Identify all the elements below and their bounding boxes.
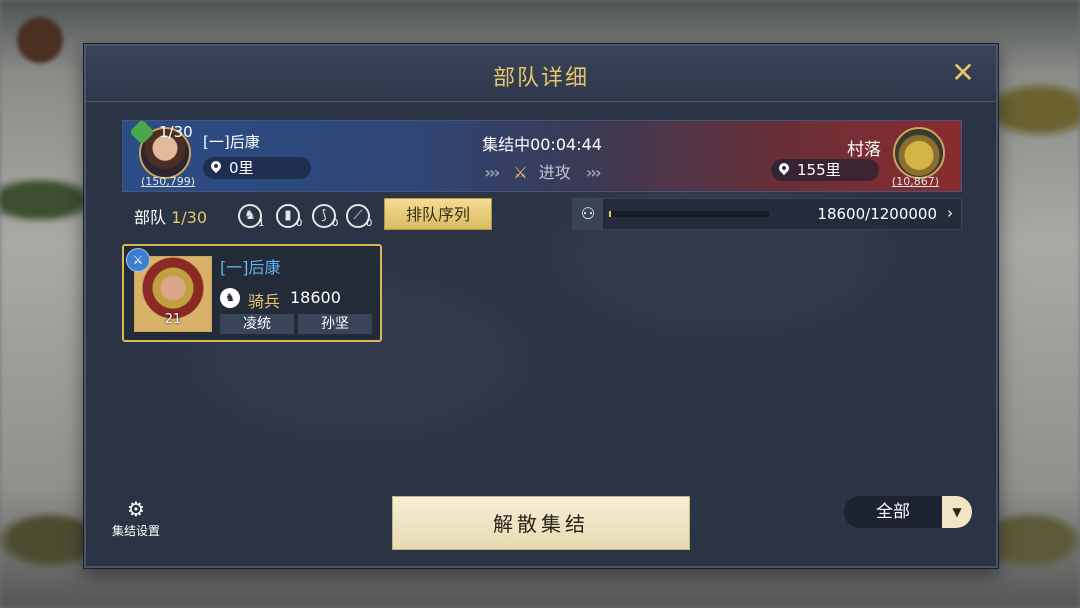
queue-order-button[interactable]: 排队序列 [384,198,492,230]
rally-settings-button[interactable]: ⚙ 集结设置 [108,498,164,539]
march-info-bar: 1/30 (150,799) [一]后康 0里 集结中00:04:44 ››› … [122,119,962,192]
gear-icon: ⚙ [127,497,145,521]
target-name: 村落 [847,140,881,160]
rally-settings-label: 集结设置 [111,524,160,538]
target-village-icon[interactable] [893,127,945,179]
shield-count: 0 [296,218,303,229]
leader-badge-icon: ⚔ [126,248,150,272]
general-name: 孙坚 [298,314,372,334]
general-level: 21 [164,312,182,327]
cavalry-count: 1 [258,218,265,229]
troop-owner-name: [一]后康 [220,258,281,277]
capacity-bar[interactable]: ⚇ 18600/1200000 › [572,198,962,230]
target-distance-value: 155里 [797,161,841,179]
bow-count: 0 [332,218,339,229]
target-power[interactable]: (10,867) [892,175,939,188]
army-label: 部队 [134,208,167,227]
general-name: 凌统 [220,314,294,334]
spear-count: 0 [366,218,373,229]
filter-value: 全部 [876,502,910,522]
chevron-down-icon[interactable]: ▼ [942,496,972,528]
crossed-swords-icon: ⚔ [513,163,528,182]
troop-card[interactable]: 21 ⚔ [一]后康 ♞ 骑兵 18600 凌统 孙坚 [122,244,382,342]
filter-dropdown[interactable]: 全部 ▼ [844,496,972,528]
army-count: 1/30 [171,208,208,227]
rally-status: 集结中00:04:44 [482,135,602,154]
troop-detail-dialog: 部队详细 ✕ 1/30 (150,799) [一]后康 0里 集结中00:04:… [84,44,998,568]
close-icon[interactable]: ✕ [948,58,978,88]
unit-type: 骑兵 [248,292,281,311]
chevron-right-icon[interactable]: › [947,204,953,222]
target-distance: 155里 [771,159,879,181]
capacity-fill [609,211,612,217]
chevrons-icon: ››› [484,163,500,182]
action-label: 进攻 [538,163,571,182]
dialog-title: 部队详细 [492,66,589,91]
unit-count: 18600 [290,288,341,307]
disband-rally-button[interactable]: 解散集结 [392,496,690,550]
chevrons-icon: ››› [585,163,602,182]
troops-icon: ⚇ [573,199,603,229]
capacity-track [609,211,769,217]
capacity-text: 18600/1200000 [817,205,937,223]
army-count-label: 部队 1/30 [134,204,207,228]
dialog-header: 部队详细 ✕ [86,46,996,102]
cavalry-icon: ♞ [220,288,240,308]
location-pin-icon [776,160,792,176]
